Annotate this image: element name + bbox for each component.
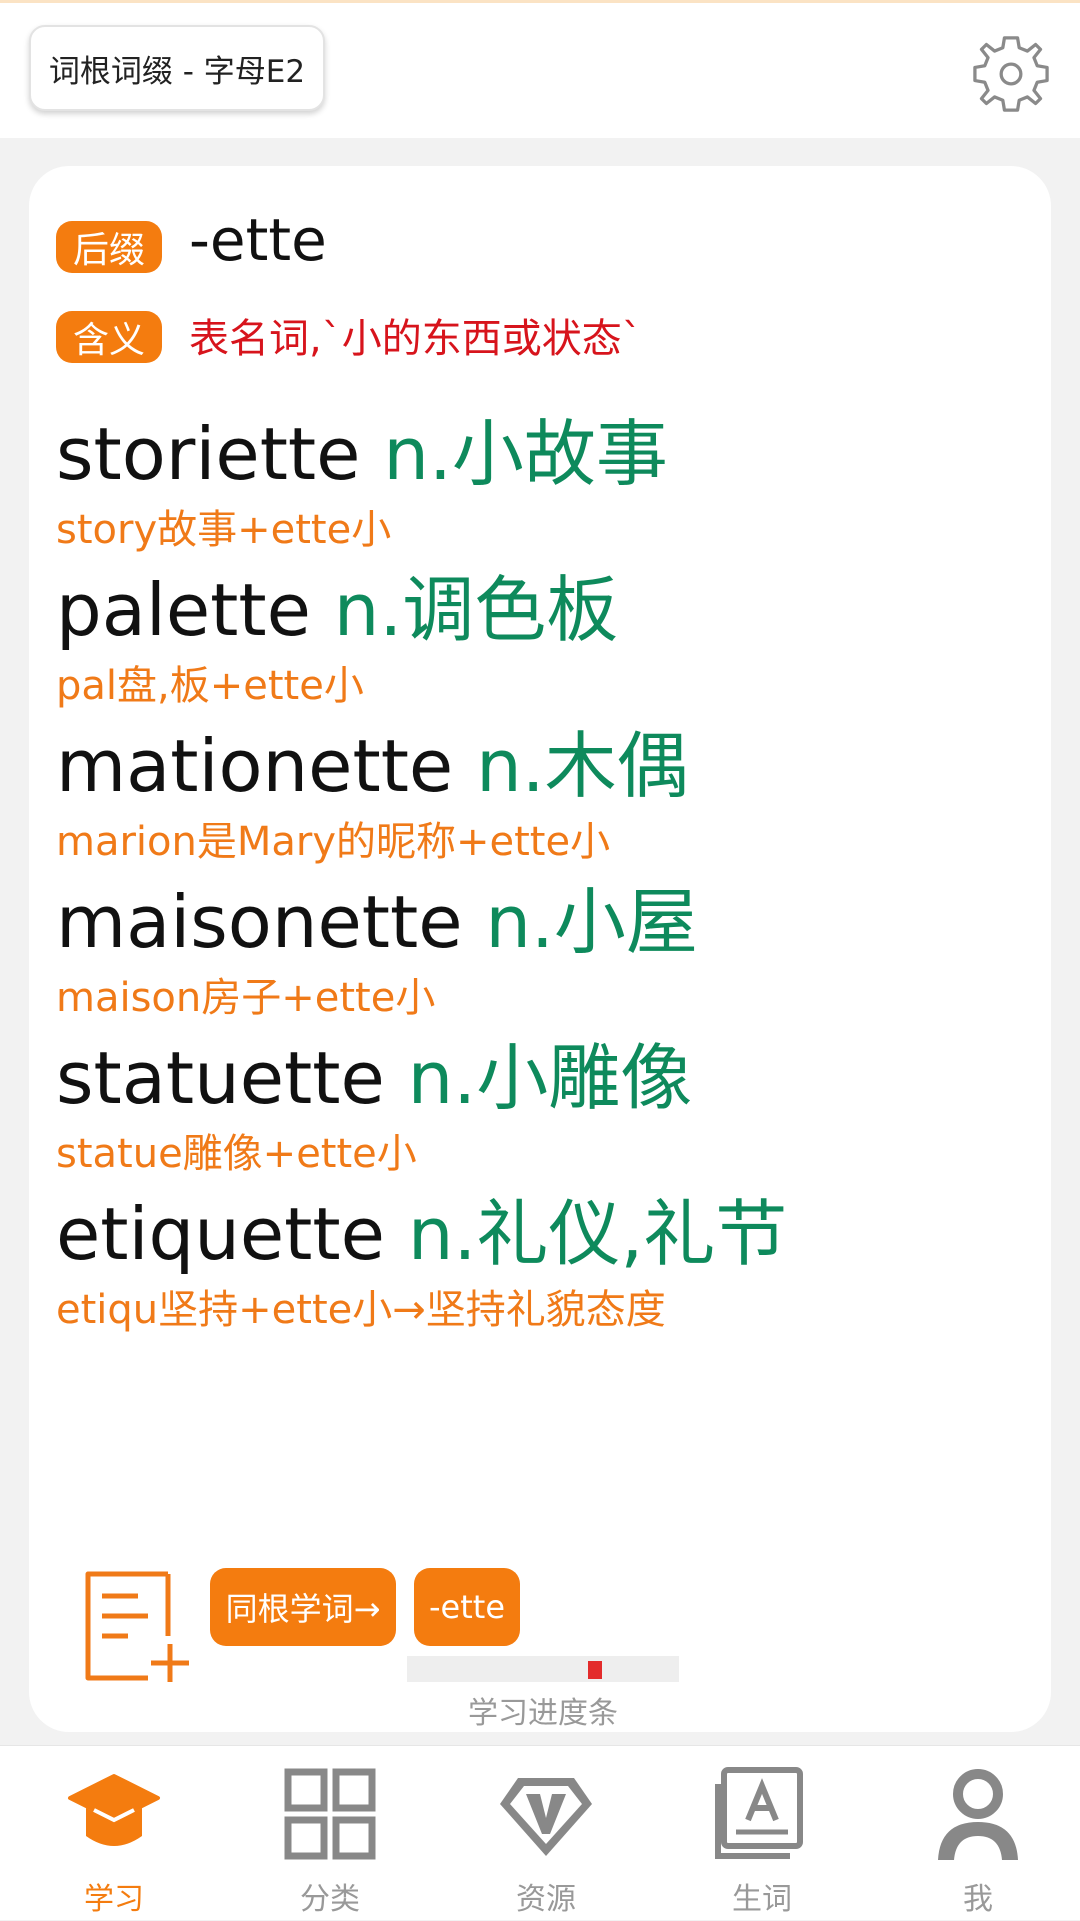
entry-etymology: story故事+ette小 — [56, 507, 392, 553]
entry-definition: n.礼仪,礼节 — [407, 1192, 788, 1276]
tab-label: 分类 — [300, 1882, 360, 1917]
entry-word: maisonette — [56, 880, 463, 964]
entry-word: statuette — [56, 1036, 385, 1120]
progress-label: 学习进度条 — [468, 1696, 618, 1731]
suffix-value: -ette — [189, 206, 327, 274]
header: 词根词缀 - 字母E2 — [0, 3, 1080, 138]
page-title[interactable]: 词根词缀 - 字母E2 — [29, 25, 325, 111]
entry-etymology: statue雕像+ette小 — [56, 1131, 417, 1177]
meaning-value: 表名词,`小的东西或状态` — [189, 316, 642, 362]
word-entry[interactable]: statuette n.小雕像 statue雕像+ette小 — [56, 1030, 1016, 1186]
word-entry[interactable]: mationette n.木偶 marion是Mary的昵称+ette小 — [56, 718, 1016, 874]
entry-definition: n.小故事 — [383, 412, 668, 496]
tab-resources[interactable]: 资源 — [438, 1746, 654, 1921]
bottom-tab-bar: 学习 分类 资源 生词 我 — [0, 1745, 1080, 1920]
entry-etymology: pal盘,板+ette小 — [56, 663, 364, 709]
progress-bar — [407, 1656, 679, 1682]
entry-etymology: etiqu坚持+ette小→坚持礼貌态度 — [56, 1287, 666, 1333]
tab-new-words[interactable]: 生词 — [654, 1746, 870, 1921]
graduation-cap-icon — [68, 1774, 160, 1846]
word-list: storiette n.小故事 story故事+ette小 palette n.… — [56, 406, 1016, 1342]
word-entry[interactable]: etiquette n.礼仪,礼节 etiqu坚持+ette小→坚持礼貌态度 — [56, 1186, 1016, 1342]
progress-marker — [588, 1661, 602, 1679]
entry-word: etiquette — [56, 1192, 385, 1276]
tab-category[interactable]: 分类 — [222, 1746, 438, 1921]
affix-button[interactable]: -ette — [414, 1568, 520, 1646]
book-icon — [715, 1767, 803, 1859]
entry-etymology: maison房子+ette小 — [56, 975, 436, 1021]
suffix-tag: 后缀 — [56, 221, 162, 273]
v-diamond-icon — [500, 1778, 592, 1856]
word-entry[interactable]: palette n.调色板 pal盘,板+ette小 — [56, 562, 1016, 718]
meaning-tag: 含义 — [56, 311, 162, 363]
entry-definition: n.调色板 — [333, 568, 619, 652]
tab-label: 生词 — [732, 1882, 792, 1917]
entry-etymology: marion是Mary的昵称+ette小 — [56, 819, 611, 865]
tab-label: 学习 — [84, 1882, 144, 1917]
entry-definition: n.木偶 — [476, 724, 689, 808]
tab-label: 我 — [963, 1882, 993, 1917]
related-words-button[interactable]: 同根学词→ — [210, 1568, 396, 1646]
tab-me[interactable]: 我 — [870, 1746, 1080, 1921]
gear-icon[interactable] — [970, 33, 1052, 115]
entry-word: palette — [56, 568, 311, 652]
tab-label: 资源 — [516, 1882, 576, 1917]
add-note-icon[interactable] — [78, 1566, 198, 1686]
word-entry[interactable]: storiette n.小故事 story故事+ette小 — [56, 406, 1016, 562]
word-card: 后缀 -ette 含义 表名词,`小的东西或状态` storiette n.小故… — [29, 166, 1051, 1732]
word-entry[interactable]: maisonette n.小屋 maison房子+ette小 — [56, 874, 1016, 1030]
entry-word: mationette — [56, 724, 454, 808]
grid-icon — [284, 1768, 376, 1860]
tab-study[interactable]: 学习 — [6, 1746, 222, 1921]
entry-definition: n.小雕像 — [407, 1036, 693, 1120]
user-icon — [938, 1769, 1018, 1860]
entry-definition: n.小屋 — [485, 880, 698, 964]
entry-word: storiette — [56, 412, 361, 496]
